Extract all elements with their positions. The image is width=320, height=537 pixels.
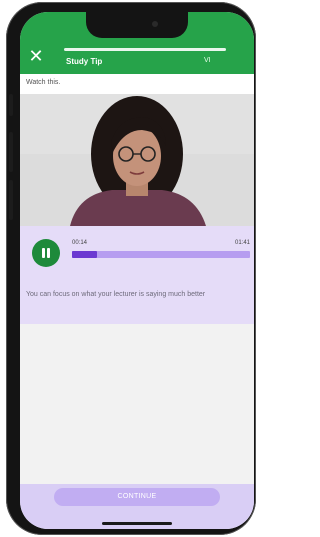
pause-button[interactable] xyxy=(32,239,60,267)
screen: ✕ Study Tip VI Watch this. 00:14 01:41 Y… xyxy=(20,12,254,529)
continue-button[interactable]: CONTINUE xyxy=(54,488,220,506)
footer-bar: CONTINUE xyxy=(20,484,254,529)
pause-icon xyxy=(42,248,45,258)
close-icon[interactable]: ✕ xyxy=(28,47,44,65)
prompt-row: Watch this. xyxy=(20,74,254,95)
current-time: 00:14 xyxy=(72,240,88,246)
home-indicator xyxy=(102,522,172,525)
volume-down-button xyxy=(9,180,13,220)
seek-bar-fill xyxy=(72,251,97,258)
presenter-video-still xyxy=(20,94,254,226)
seek-bar[interactable] xyxy=(72,251,250,258)
front-camera xyxy=(152,21,158,27)
lesson-progress-bar xyxy=(64,48,226,51)
content-area xyxy=(20,324,254,484)
mute-switch xyxy=(9,94,13,116)
volume-up-button xyxy=(9,132,13,172)
video-frame[interactable] xyxy=(20,94,254,226)
prompt-text: Watch this. xyxy=(26,79,61,86)
total-time: 01:41 xyxy=(234,240,250,246)
phone-frame: ✕ Study Tip VI Watch this. 00:14 01:41 Y… xyxy=(6,2,256,535)
audio-player: 00:14 01:41 xyxy=(20,226,254,272)
caption-panel: You can focus on what your lecturer is s… xyxy=(20,272,254,324)
notch xyxy=(86,12,188,38)
header-title: Study Tip xyxy=(66,57,103,66)
caption-text: You can focus on what your lecturer is s… xyxy=(26,291,206,298)
pause-icon xyxy=(47,248,50,258)
header-step-indicator: VI xyxy=(204,57,211,64)
